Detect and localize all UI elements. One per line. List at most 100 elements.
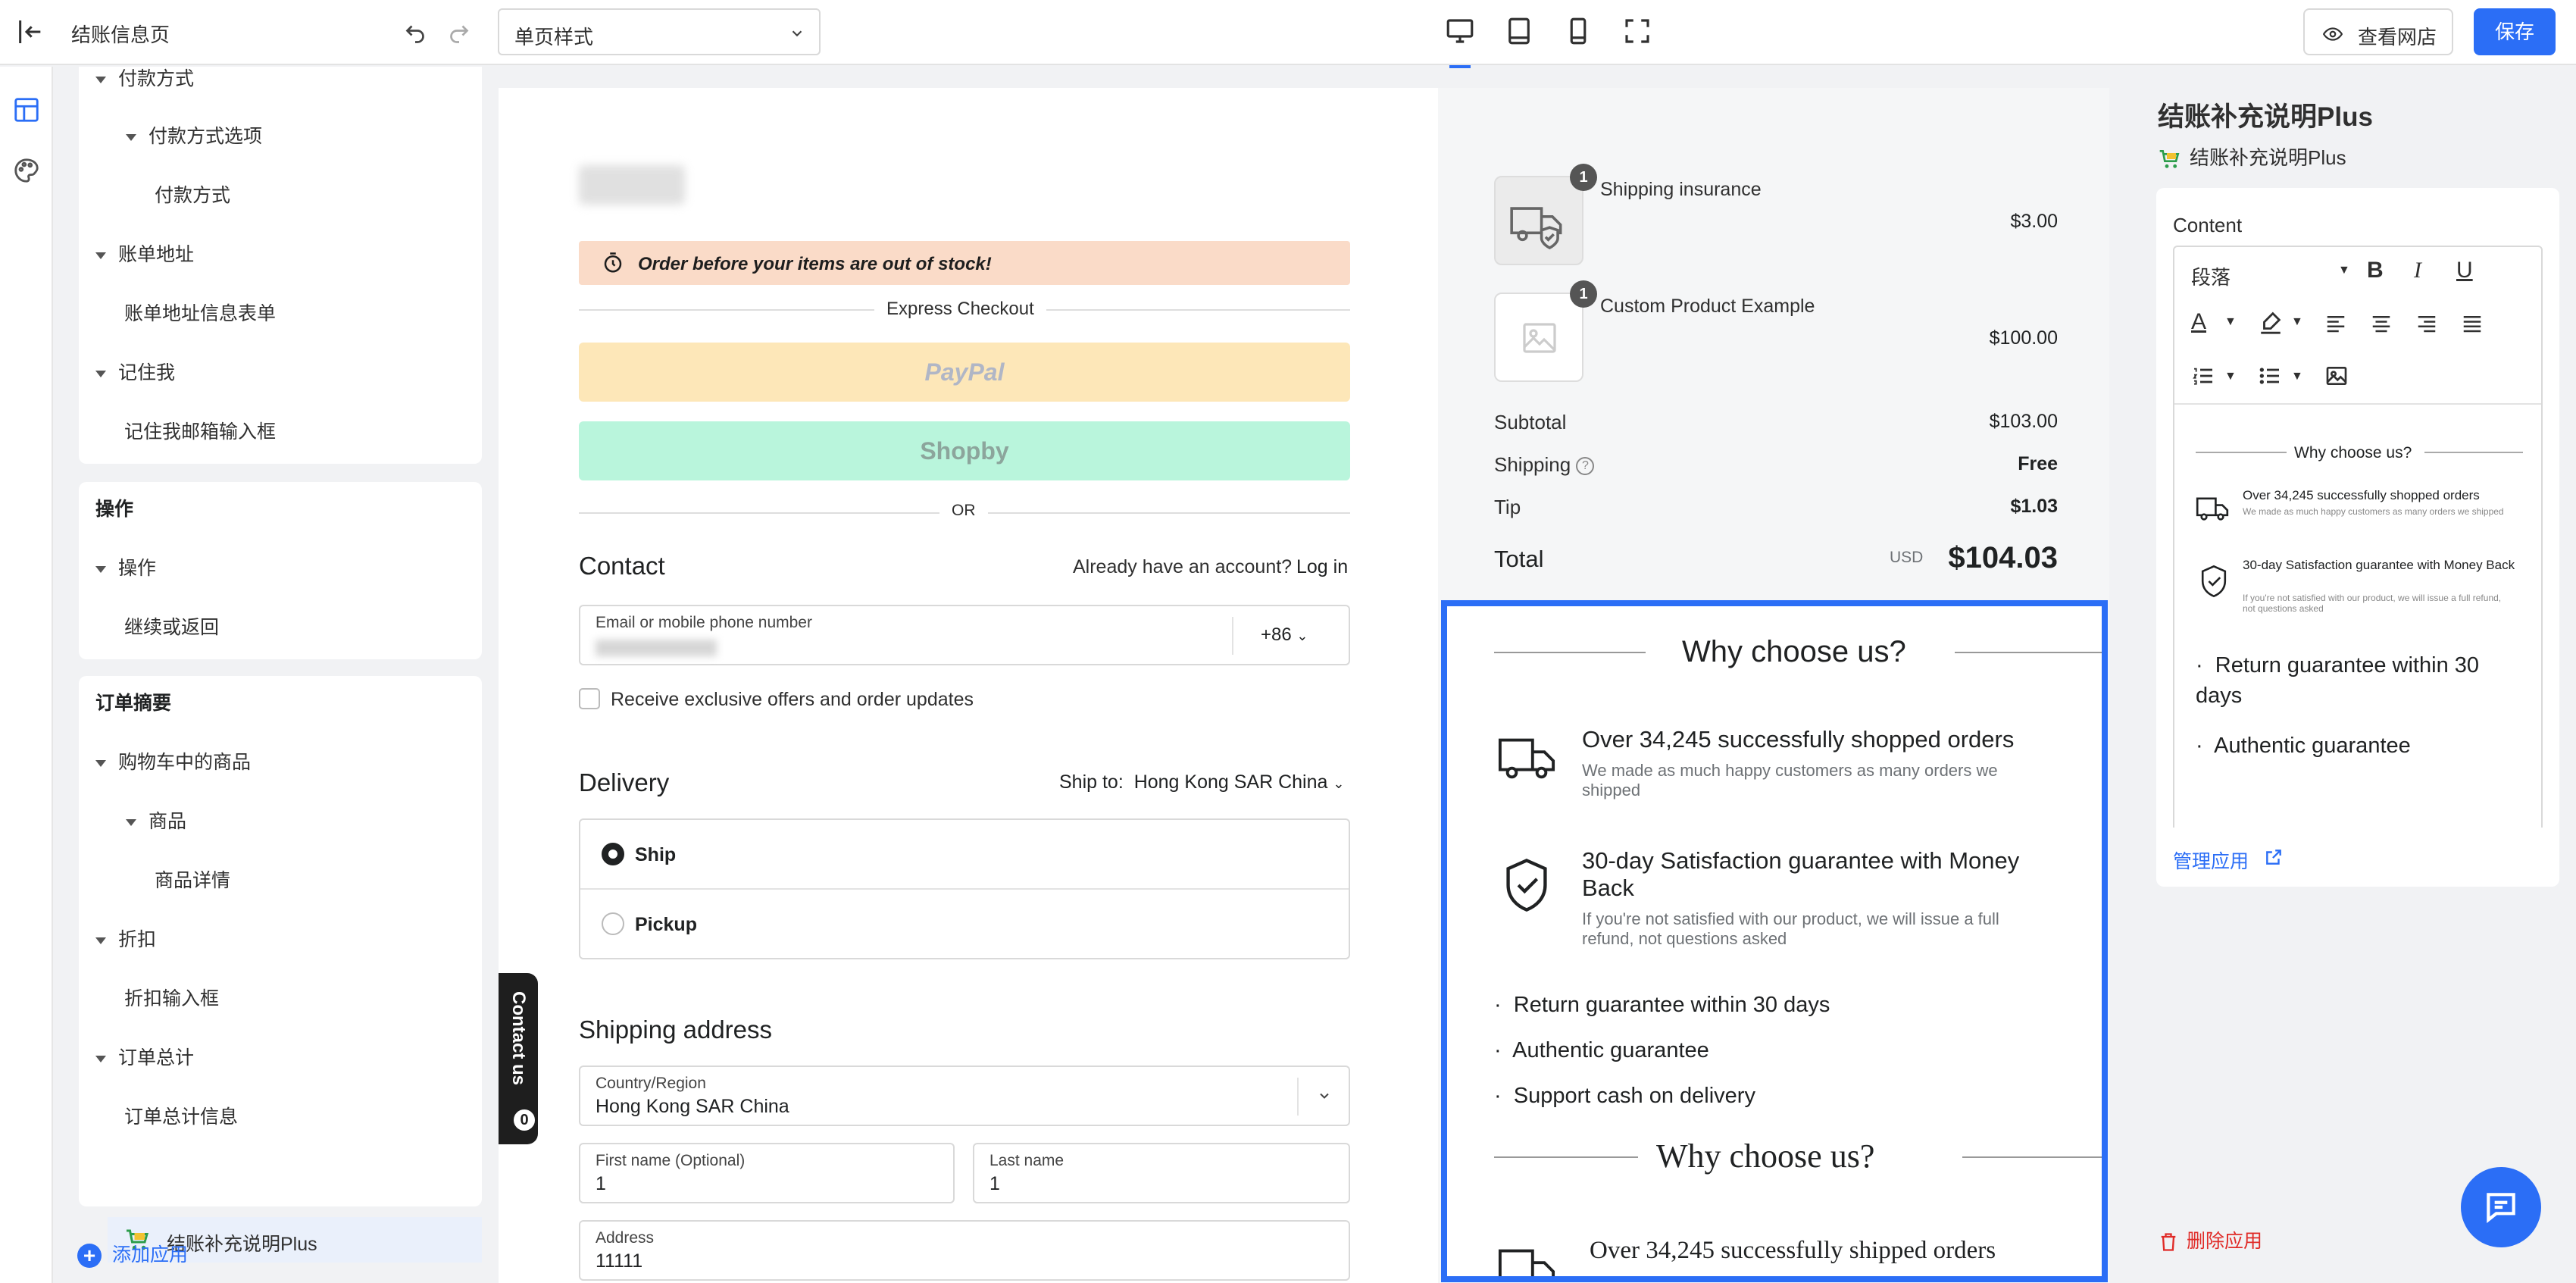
paragraph-format-select[interactable]: 段落: [2191, 262, 2231, 290]
bullet-list-icon[interactable]: [2258, 364, 2282, 388]
save-button[interactable]: 保存: [2474, 8, 2556, 55]
subtotal-value: $103.00: [1989, 411, 2058, 432]
tree-item-products[interactable]: 商品: [126, 806, 186, 834]
currency-code: USD: [1890, 549, 1924, 566]
tree-item-billing-form[interactable]: 账单地址信息表单: [124, 299, 276, 326]
tree-item-discount[interactable]: 折扣: [95, 925, 156, 952]
rich-text-editor[interactable]: 段落 ▼ B I U A ▼ ▼ ▼ ▼ Why choose us? Over…: [2173, 246, 2543, 846]
feature-title: 30-day Satisfaction guarantee with Money…: [1582, 847, 2020, 901]
tip-value: $1.03: [2010, 496, 2058, 517]
divider: [2424, 452, 2523, 453]
why-title: Why choose us?: [1682, 635, 1906, 668]
delete-app-button[interactable]: 删除应用: [2158, 1226, 2262, 1253]
editor-bullet: · Authentic guarantee: [2196, 734, 2411, 758]
tree-item-payment-method[interactable]: 付款方式: [95, 67, 194, 91]
page-style-value: 单页样式: [514, 26, 594, 49]
insert-image-icon[interactable]: [2324, 364, 2349, 388]
theme-palette-icon[interactable]: [12, 156, 41, 185]
tree-item-actions[interactable]: 操作: [95, 553, 156, 580]
tree-item-remember-me[interactable]: 记住我: [95, 358, 175, 385]
active-device-indicator: [1449, 65, 1471, 68]
express-checkout-label: Express Checkout: [874, 299, 1046, 320]
shipping-address-heading: Shipping address: [579, 1015, 773, 1044]
content-label: Content: [2173, 214, 2243, 236]
top-bar: 结账信息页 单页样式 查看网店 保存: [0, 0, 2576, 65]
mobile-view-icon[interactable]: [1562, 15, 1594, 47]
login-link[interactable]: Log in: [1296, 556, 1348, 578]
why-choose-us-block[interactable]: Why choose us? Over 34,245 successfully …: [1441, 600, 2108, 1282]
paypal-button[interactable]: PayPal: [579, 343, 1350, 402]
tree-item-discount-input[interactable]: 折扣输入框: [124, 984, 219, 1011]
ship-to-select[interactable]: Ship to: Hong Kong SAR China ⌄: [1059, 771, 1344, 793]
desktop-view-icon[interactable]: [1444, 15, 1476, 47]
country-select[interactable]: Country/Region Hong Kong SAR China: [579, 1066, 1350, 1126]
fullscreen-icon[interactable]: [1621, 15, 1653, 47]
tree-item-continue-back[interactable]: 继续或返回: [124, 612, 219, 640]
ship-radio[interactable]: [602, 843, 624, 865]
country-label: Country/Region: [596, 1075, 706, 1092]
truck-shield-icon: [1510, 207, 1562, 250]
page-style-select[interactable]: 单页样式: [498, 8, 821, 55]
help-icon[interactable]: ?: [1576, 457, 1595, 476]
tree-item-product-details[interactable]: 商品详情: [155, 865, 230, 893]
offers-label: Receive exclusive offers and order updat…: [611, 689, 974, 710]
last-name-field[interactable]: Last name 1: [973, 1143, 1350, 1203]
pickup-radio[interactable]: [602, 912, 624, 935]
tip-label: Tip: [1494, 496, 1521, 518]
app-settings-panel: 结账补充说明Plus 结账补充说明Plus Content 段落 ▼ B I U…: [2109, 67, 2576, 1283]
chat-button[interactable]: [2461, 1167, 2541, 1247]
redo-icon[interactable]: [445, 18, 473, 45]
tablet-view-icon[interactable]: [1503, 15, 1535, 47]
editor-feature-title: 30-day Satisfaction guarantee with Money…: [2243, 558, 2515, 572]
ordered-list-icon[interactable]: [2191, 364, 2215, 388]
app-subtitle: 结账补充说明Plus: [2158, 142, 2346, 171]
view-store-button[interactable]: 查看网店: [2303, 8, 2453, 55]
left-rail: [0, 67, 53, 1283]
highlight-color-icon[interactable]: [2258, 309, 2284, 335]
order-summary-column: 1 Shipping insurance $3.00 1 Custom Prod…: [1438, 88, 2109, 1283]
underline-icon[interactable]: U: [2456, 258, 2473, 283]
divider: [1962, 1156, 2102, 1158]
first-name-field[interactable]: First name (Optional) 1: [579, 1143, 955, 1203]
tree-item-remember-email[interactable]: 记住我邮箱输入框: [124, 417, 276, 444]
tree-card-order-summary: 订单摘要 购物车中的商品 商品 商品详情 折扣 折扣输入框 订单总计 订单总计信…: [79, 676, 482, 1206]
contact-us-tab[interactable]: Contact us 0: [499, 973, 538, 1144]
undo-icon[interactable]: [402, 18, 429, 45]
sections-icon[interactable]: [12, 95, 41, 124]
tree-item-order-total-info[interactable]: 订单总计信息: [124, 1102, 238, 1129]
align-center-icon[interactable]: [2370, 312, 2393, 335]
have-account-text: Already have an account?: [1073, 556, 1293, 577]
last-name-label: Last name: [989, 1152, 1064, 1169]
email-field-label: Email or mobile phone number: [596, 614, 812, 631]
exit-icon[interactable]: [15, 17, 45, 47]
tree-item-order-total[interactable]: 订单总计: [95, 1043, 194, 1070]
phone-code-select[interactable]: +86 ⌄: [1261, 624, 1308, 646]
text-color-icon[interactable]: A: [2191, 309, 2206, 335]
plus-icon: +: [77, 1244, 102, 1269]
shopby-button[interactable]: Shopby: [579, 421, 1350, 480]
bold-icon[interactable]: B: [2367, 258, 2384, 283]
tree-item-cart-items[interactable]: 购物车中的商品: [95, 747, 251, 774]
item-name: Shipping insurance: [1600, 179, 1762, 200]
add-app-button[interactable]: + 添加应用: [77, 1240, 188, 1269]
stock-warning-text: Order before your items are out of stock…: [638, 254, 992, 274]
tree-section-actions: 操作: [95, 499, 134, 520]
manage-app-link[interactable]: 管理应用: [2156, 828, 2559, 887]
italic-icon[interactable]: I: [2414, 258, 2421, 283]
align-left-icon[interactable]: [2324, 312, 2347, 335]
field-separator: [1297, 1078, 1299, 1116]
email-field[interactable]: Email or mobile phone number +86 ⌄: [579, 605, 1350, 665]
tree-item-billing-address[interactable]: 账单地址: [95, 239, 194, 267]
pickup-label: Pickup: [635, 914, 697, 935]
tree-item-payment[interactable]: 付款方式: [155, 180, 230, 208]
caret-down-icon: ▼: [2291, 315, 2303, 328]
bullet-item: · Authentic guarantee: [1494, 1038, 1709, 1062]
align-right-icon[interactable]: [2415, 312, 2438, 335]
chevron-down-icon: [1320, 1093, 1329, 1099]
align-justify-icon[interactable]: [2461, 312, 2484, 335]
editor-bullet: · Return guarantee within 30 days: [2196, 653, 2480, 708]
store-logo-blurred: [579, 165, 685, 205]
offers-checkbox[interactable]: [579, 688, 600, 709]
tree-item-payment-options[interactable]: 付款方式选项: [126, 121, 262, 149]
address-field[interactable]: Address 11111: [579, 1220, 1350, 1281]
